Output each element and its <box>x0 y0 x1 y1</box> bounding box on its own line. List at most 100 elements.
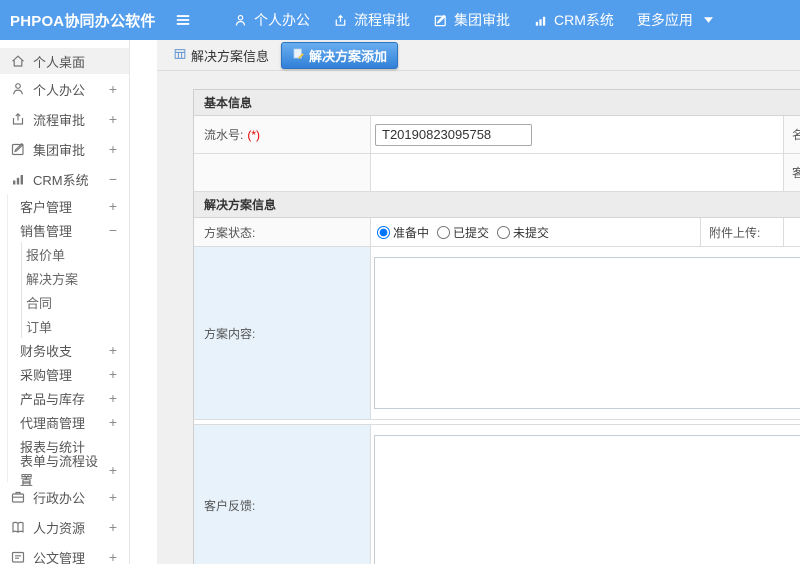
sidebar-label: 客户管理 <box>20 199 73 215</box>
sidebar-item-form-workflow-settings[interactable]: 表单与流程设置 + <box>8 454 129 488</box>
status-row: 方案状态: 准备中 已提交 未提交 附件上传: <box>194 218 800 247</box>
serial-label: 流水号: <box>204 128 244 142</box>
radio-submitted[interactable]: 已提交 <box>437 224 489 241</box>
home-icon <box>10 53 26 69</box>
expand-icon[interactable]: + <box>109 141 117 157</box>
serial-field-cell <box>371 116 784 153</box>
sidebar-label: 代理商管理 <box>20 415 86 431</box>
content-row: 方案内容: <box>194 247 800 420</box>
serial-input[interactable] <box>375 123 532 146</box>
tab-solution-add[interactable]: 解决方案添加 <box>281 41 399 69</box>
expand-icon[interactable]: + <box>109 462 117 478</box>
attachment-field-cell <box>784 218 800 246</box>
sidebar-label: 合同 <box>26 295 53 311</box>
expand-icon[interactable]: + <box>109 414 117 430</box>
collapse-icon[interactable]: − <box>109 171 117 187</box>
sidebar-label: 流程审批 <box>33 112 86 128</box>
sidebar-label: 个人办公 <box>33 82 86 98</box>
sidebar-item-hr[interactable]: 人力资源 + <box>0 512 129 542</box>
nav-label: 个人办公 <box>254 12 310 28</box>
sidebar-label: CRM系统 <box>33 172 89 188</box>
sidebar-item-desktop[interactable]: 个人桌面 <box>0 48 129 74</box>
sidebar-label: 订单 <box>26 319 53 335</box>
content-panel: 解决方案信息 解决方案添加 基本信息 流水号: (*) T20190823095… <box>157 40 800 564</box>
user-icon <box>233 13 248 28</box>
sidebar-item-product-inventory[interactable]: 产品与库存 + <box>8 386 129 410</box>
caret-down-icon <box>703 17 713 23</box>
sidebar-item-solution[interactable]: 解决方案 <box>22 266 129 290</box>
tab-label: 解决方案信息 <box>191 48 270 64</box>
sidebar-label: 公文管理 <box>33 550 86 564</box>
sidebar-item-purchase[interactable]: 采购管理 + <box>8 362 129 386</box>
sidebar-item-contract[interactable]: 合同 <box>22 290 129 314</box>
expand-icon[interactable]: + <box>109 111 117 127</box>
flow-icon <box>10 111 26 127</box>
nav-group-approval[interactable]: 集团审批 <box>433 10 510 30</box>
nav-personal-office[interactable]: 个人办公 <box>233 10 310 30</box>
expand-icon[interactable]: + <box>109 519 117 535</box>
name-label: 名称 <box>792 128 800 142</box>
content-field-cell <box>371 247 800 419</box>
sidebar-label: 销售管理 <box>20 223 73 239</box>
menu-icon[interactable] <box>174 11 192 29</box>
form-add-icon <box>292 47 305 63</box>
nav-label: 流程审批 <box>354 12 410 28</box>
expand-icon[interactable]: + <box>109 489 117 505</box>
solution-form: 基本信息 流水号: (*) 名称 <box>193 89 800 564</box>
required-mark: (*) <box>247 127 261 142</box>
sidebar-item-crm[interactable]: CRM系统 − <box>0 164 129 194</box>
briefcase-icon <box>10 489 26 505</box>
expand-icon[interactable]: + <box>109 549 117 564</box>
sidebar-label: 个人桌面 <box>33 54 86 70</box>
expand-icon[interactable]: + <box>109 366 117 382</box>
radio-submitted-input[interactable] <box>437 225 451 239</box>
nav-more-apps[interactable]: 更多应用 <box>637 10 713 30</box>
customer-label: 客户 <box>792 166 800 180</box>
book-icon <box>10 519 26 535</box>
sidebar-item-workflow[interactable]: 流程审批 + <box>0 104 129 134</box>
radio-label: 准备中 <box>393 225 430 240</box>
chart-icon <box>10 171 26 187</box>
serial-label-cell: 流水号: (*) <box>194 116 371 153</box>
sidebar-item-group-approval[interactable]: 集团审批 + <box>0 134 129 164</box>
feedback-row: 客户反馈: <box>194 425 800 564</box>
radio-unsubmitted[interactable]: 未提交 <box>497 224 549 241</box>
radio-label: 已提交 <box>453 225 490 240</box>
sidebar-item-personal-office[interactable]: 个人办公 + <box>0 74 129 104</box>
user-icon <box>10 81 26 97</box>
solution-content-textarea[interactable] <box>374 257 800 409</box>
nav-workflow-approval[interactable]: 流程审批 <box>333 10 410 30</box>
expand-icon[interactable]: + <box>109 198 117 214</box>
sidebar-item-document-mgmt[interactable]: 公文管理 + <box>0 542 129 564</box>
sidebar-item-customer-mgmt[interactable]: 客户管理 + <box>8 194 129 218</box>
feedback-label: 客户反馈: <box>204 498 256 513</box>
attachment-label: 附件上传: <box>709 225 761 240</box>
radio-preparing-input[interactable] <box>377 225 390 239</box>
document-icon <box>10 549 26 564</box>
sidebar-item-sales-mgmt[interactable]: 销售管理 − <box>8 218 129 242</box>
sidebar-item-agent-mgmt[interactable]: 代理商管理 + <box>8 410 129 434</box>
collapse-icon[interactable]: − <box>109 222 117 238</box>
nav-label: 更多应用 <box>636 12 693 28</box>
sidebar-item-quotation[interactable]: 报价单 <box>22 242 129 266</box>
section-basic-info: 基本信息 <box>194 90 800 116</box>
expand-icon[interactable]: + <box>109 342 117 358</box>
feedback-label-cell: 客户反馈: <box>194 425 371 564</box>
expand-icon[interactable]: + <box>109 81 117 97</box>
section-solution-info: 解决方案信息 <box>194 192 800 218</box>
sidebar-label: 人力资源 <box>33 520 86 536</box>
empty-label-cell <box>194 154 371 191</box>
sidebar-item-order[interactable]: 订单 <box>22 314 129 338</box>
expand-icon[interactable]: + <box>109 390 117 406</box>
status-label-cell: 方案状态: <box>194 218 371 246</box>
form-content: 基本信息 流水号: (*) 名称 <box>157 71 800 564</box>
flow-icon <box>333 13 348 28</box>
sidebar-label: 行政办公 <box>33 490 86 506</box>
radio-preparing[interactable]: 准备中 <box>377 224 429 241</box>
tab-solution-info[interactable]: 解决方案信息 <box>165 42 277 69</box>
nav-crm[interactable]: CRM系统 <box>533 10 614 30</box>
customer-feedback-textarea[interactable] <box>374 435 800 564</box>
radio-unsubmitted-input[interactable] <box>497 225 511 239</box>
sidebar-item-finance[interactable]: 财务收支 + <box>8 338 129 362</box>
content-label: 方案内容: <box>204 326 256 341</box>
